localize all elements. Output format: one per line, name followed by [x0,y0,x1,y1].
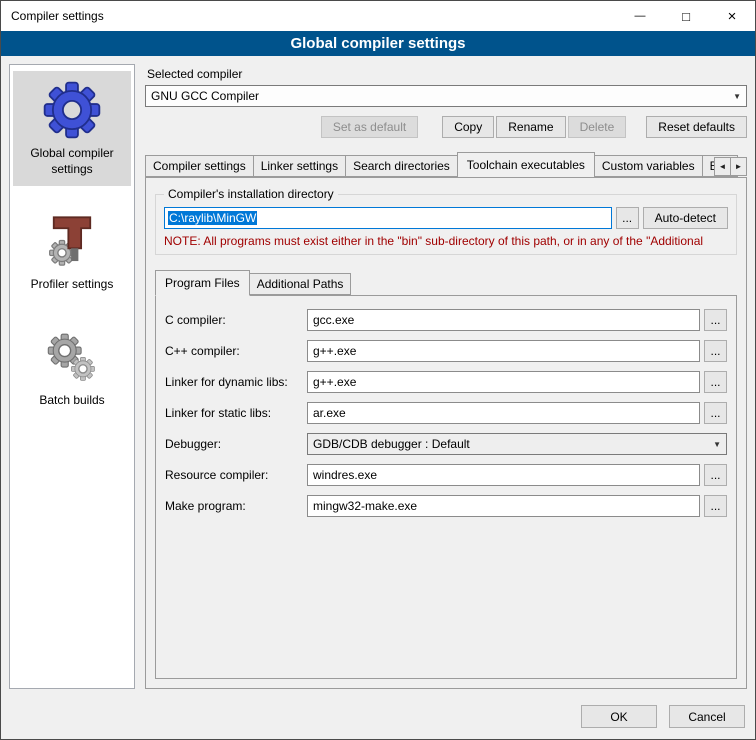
install-dir-group-label: Compiler's installation directory [164,187,338,201]
resource-compiler-input[interactable]: windres.exe [307,464,700,486]
rename-button[interactable]: Rename [496,116,565,138]
c-compiler-browse-button[interactable]: ... [704,309,727,331]
gray-gears-icon [41,326,103,388]
dialog-content: Global compiler settings Profiler settin… [1,56,755,697]
static-linker-browse-button[interactable]: ... [704,402,727,424]
install-dir-row: C:\raylib\MinGW ... Auto-detect [164,207,728,229]
sidebar-item-label: Profiler settings [31,277,114,293]
main-panel: Selected compiler GNU GCC Compiler ▼ Set… [145,64,747,689]
close-icon: × [728,8,737,25]
c-compiler-input[interactable]: gcc.exe [307,309,700,331]
arrow-right-icon: ► [735,162,743,171]
window-controls: — □ × [617,1,755,31]
make-program-input[interactable]: mingw32-make.exe [307,495,700,517]
tab-linker-settings[interactable]: Linker settings [253,155,346,177]
tab-toolchain-executables[interactable]: Toolchain executables [457,152,595,177]
debugger-row: Debugger: GDB/CDB debugger : Default ▼ [165,433,727,455]
debugger-label: Debugger: [165,437,307,451]
cpp-compiler-browse-button[interactable]: ... [704,340,727,362]
window-title: Compiler settings [1,9,104,23]
settings-tab-bar: Compiler settings Linker settings Search… [145,152,747,177]
debugger-combobox-value: GDB/CDB debugger : Default [313,437,470,451]
page-title: Global compiler settings [290,35,465,52]
cpp-compiler-value: g++.exe [313,344,356,358]
cpp-compiler-label: C++ compiler: [165,344,307,358]
sidebar-item-batch-builds[interactable]: Batch builds [13,318,131,418]
dynamic-linker-row: Linker for dynamic libs: g++.exe ... [165,371,727,393]
resource-compiler-row: Resource compiler: windres.exe ... [165,464,727,486]
delete-button[interactable]: Delete [568,116,627,138]
install-dir-note: NOTE: All programs must exist either in … [164,234,728,248]
chevron-down-icon: ▼ [705,440,721,449]
toolchain-executables-panel: Compiler's installation directory C:\ray… [145,177,747,689]
blue-gear-icon [41,79,103,141]
resource-compiler-value: windres.exe [313,468,377,482]
compiler-combobox-value: GNU GCC Compiler [151,89,259,103]
c-compiler-row: C compiler: gcc.exe ... [165,309,727,331]
static-linker-value: ar.exe [313,406,346,420]
install-dir-input[interactable]: C:\raylib\MinGW [164,207,612,229]
sidebar-item-label: Global compiler settings [15,146,129,177]
debugger-combobox[interactable]: GDB/CDB debugger : Default ▼ [307,433,727,455]
dialog-header: Global compiler settings [1,31,755,56]
make-program-label: Make program: [165,499,307,513]
install-dir-browse-button[interactable]: ... [616,207,639,229]
make-program-row: Make program: mingw32-make.exe ... [165,495,727,517]
subtab-program-files[interactable]: Program Files [155,270,250,296]
minimize-icon: — [635,10,646,22]
tab-scroll-right-button[interactable]: ► [730,157,747,176]
tab-compiler-settings[interactable]: Compiler settings [145,155,254,177]
make-program-browse-button[interactable]: ... [704,495,727,517]
ok-button[interactable]: OK [581,705,657,728]
chevron-down-icon: ▼ [725,92,741,101]
sidebar-item-profiler-settings[interactable]: Profiler settings [13,202,131,302]
resource-compiler-browse-button[interactable]: ... [704,464,727,486]
cpp-compiler-row: C++ compiler: g++.exe ... [165,340,727,362]
dynamic-linker-label: Linker for dynamic libs: [165,375,307,389]
tab-search-directories[interactable]: Search directories [345,155,458,177]
c-compiler-value: gcc.exe [313,313,354,327]
compiler-settings-window: Compiler settings — □ × Global compiler … [0,0,756,740]
autodetect-button[interactable]: Auto-detect [643,207,728,229]
install-dir-value: C:\raylib\MinGW [168,211,257,225]
make-program-value: mingw32-make.exe [313,499,417,513]
sidebar-item-label: Batch builds [39,393,104,409]
tab-custom-variables[interactable]: Custom variables [594,155,703,177]
cancel-button[interactable]: Cancel [669,705,745,728]
dynamic-linker-browse-button[interactable]: ... [704,371,727,393]
profiler-tool-icon [41,210,103,272]
dialog-footer: OK Cancel [1,697,755,739]
tab-scroll-controls: ◄ ► [714,157,747,176]
selected-compiler-label: Selected compiler [147,67,747,81]
resource-compiler-label: Resource compiler: [165,468,307,482]
dynamic-linker-value: g++.exe [313,375,356,389]
copy-button[interactable]: Copy [442,116,494,138]
reset-defaults-button[interactable]: Reset defaults [646,116,747,138]
sidebar-item-global-compiler-settings[interactable]: Global compiler settings [13,71,131,186]
tab-scroll-left-button[interactable]: ◄ [714,157,731,176]
install-dir-group: Compiler's installation directory C:\ray… [155,194,737,255]
compiler-actions: Set as default Copy Rename Delete Reset … [145,116,747,138]
program-files-panel: C compiler: gcc.exe ... C++ compiler: g+… [155,295,737,679]
dynamic-linker-input[interactable]: g++.exe [307,371,700,393]
settings-category-sidebar: Global compiler settings Profiler settin… [9,64,135,689]
compiler-combobox[interactable]: GNU GCC Compiler ▼ [145,85,747,107]
arrow-left-icon: ◄ [719,162,727,171]
maximize-icon: □ [682,9,690,24]
minimize-button[interactable]: — [617,1,663,31]
subtab-additional-paths[interactable]: Additional Paths [249,273,352,295]
titlebar: Compiler settings — □ × [1,1,755,31]
static-linker-label: Linker for static libs: [165,406,307,420]
cpp-compiler-input[interactable]: g++.exe [307,340,700,362]
close-button[interactable]: × [709,1,755,31]
set-as-default-button[interactable]: Set as default [321,116,418,138]
static-linker-row: Linker for static libs: ar.exe ... [165,402,727,424]
static-linker-input[interactable]: ar.exe [307,402,700,424]
c-compiler-label: C compiler: [165,313,307,327]
program-files-tab-bar: Program Files Additional Paths [155,270,737,295]
maximize-button[interactable]: □ [663,1,709,31]
